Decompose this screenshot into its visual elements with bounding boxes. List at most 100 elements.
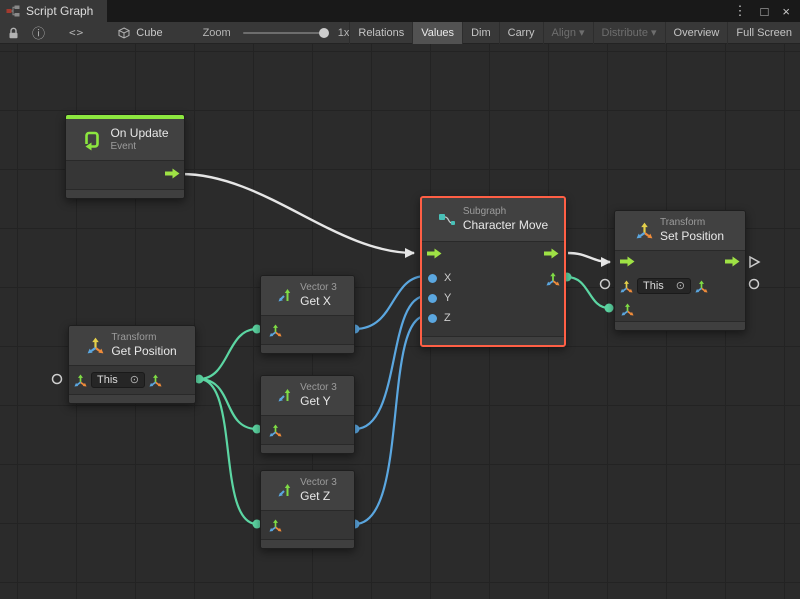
maximize-button[interactable]: □ — [761, 4, 769, 19]
this-input-field[interactable]: This ⊙ — [91, 372, 145, 388]
overview-button[interactable]: Overview — [665, 22, 728, 44]
wire-onupdate-to-charactermove[interactable] — [181, 174, 414, 253]
unconnected-circle-port[interactable] — [53, 375, 62, 384]
node-title: On Update — [110, 126, 168, 140]
tab-script-graph[interactable]: Script Graph — [0, 0, 107, 22]
code-view-button[interactable]: <> — [69, 26, 84, 39]
wire-getposition-to-getx[interactable] — [199, 329, 257, 379]
this-input-field[interactable]: This ⊙ — [637, 278, 691, 294]
node-category: Transform — [111, 332, 176, 344]
graph-toolbar: ⓘ <> Cube Zoom 1x Relations Values Dim C… — [0, 22, 800, 44]
vector3-type-icon — [149, 374, 162, 387]
node-get-y[interactable]: Vector 3 Get Y — [260, 375, 355, 454]
node-on-update[interactable]: On Update Event — [65, 114, 185, 199]
lock-button[interactable] — [8, 27, 19, 39]
value-port-z[interactable] — [428, 314, 437, 323]
flow-input-port[interactable] — [427, 246, 442, 264]
port-label-z: Z — [444, 312, 451, 324]
vector3-type-icon — [269, 519, 282, 532]
node-footer — [615, 321, 745, 330]
flow-output-port[interactable] — [165, 166, 180, 184]
value-port-y[interactable] — [428, 294, 437, 303]
window-controls: ⋮ □ × — [734, 0, 800, 22]
node-title: Set Position — [660, 229, 724, 243]
node-category: Vector 3 — [300, 282, 337, 294]
align-button[interactable]: Align▾ — [543, 22, 593, 44]
this-label: This — [643, 280, 664, 292]
flow-input-port[interactable] — [620, 254, 635, 272]
vector3-output-icon[interactable] — [546, 272, 560, 286]
node-get-x[interactable]: Vector 3 Get X — [260, 275, 355, 354]
wire-gety-to-porty[interactable] — [355, 296, 426, 429]
zoom-value: 1x — [338, 27, 350, 39]
graph-canvas[interactable]: On Update Event Transform — [0, 44, 800, 599]
vector3-type-icon — [695, 280, 708, 293]
cube-icon — [118, 27, 130, 39]
node-footer — [66, 189, 184, 198]
flow-arrow-icon — [165, 168, 180, 179]
port-dot[interactable] — [605, 304, 614, 313]
distribute-button[interactable]: Distribute▾ — [593, 22, 665, 44]
toolbar-buttons: Relations Values Dim Carry Align▾ Distri… — [349, 22, 800, 44]
flow-output-port[interactable] — [544, 246, 559, 264]
node-title: Get X — [300, 294, 337, 308]
flow-arrowhead — [405, 248, 415, 258]
dim-button[interactable]: Dim — [462, 22, 499, 44]
node-category: Transform — [660, 217, 724, 229]
wire-getposition-to-gety[interactable] — [199, 379, 257, 429]
zoom-slider[interactable] — [243, 32, 328, 34]
node-character-move[interactable]: Subgraph Character Move X Y — [420, 196, 566, 347]
fullscreen-button[interactable]: Full Screen — [727, 22, 800, 44]
node-title: Get Position — [111, 344, 176, 358]
unconnected-flow-port[interactable] — [750, 257, 759, 267]
flow-arrow-icon — [427, 248, 442, 259]
port-label-x: X — [444, 272, 451, 284]
node-footer — [69, 394, 195, 403]
script-graph-icon — [6, 5, 20, 17]
node-title: Get Z — [300, 489, 337, 503]
target-icon: ⊙ — [676, 281, 685, 292]
wire-charactermove-to-setposition-value[interactable] — [567, 277, 609, 308]
script-graph-window: Script Graph ⋮ □ × ⓘ <> Cube Zoom — [0, 0, 800, 599]
node-get-position[interactable]: Transform Get Position This ⊙ — [68, 325, 196, 404]
flow-arrow-icon — [725, 256, 740, 267]
unconnected-circle-port[interactable] — [750, 280, 759, 289]
relations-button[interactable]: Relations — [349, 22, 412, 44]
transform-icon — [636, 222, 653, 239]
graph-object-breadcrumb[interactable]: Cube — [118, 27, 162, 39]
vector3-icon — [278, 388, 293, 403]
port-label-y: Y — [444, 292, 451, 304]
info-button[interactable]: ⓘ — [32, 23, 45, 42]
carry-button[interactable]: Carry — [499, 22, 543, 44]
tab-bar: Script Graph ⋮ □ × — [0, 0, 800, 22]
flow-output-port[interactable] — [725, 254, 740, 272]
vector3-input-icon[interactable] — [621, 303, 634, 316]
values-button[interactable]: Values — [412, 22, 462, 44]
zoom-label: Zoom — [203, 27, 231, 39]
window-menu-button[interactable]: ⋮ — [734, 3, 747, 19]
transform-icon — [87, 337, 104, 354]
wire-getposition-to-getz[interactable] — [199, 379, 257, 524]
node-footer — [261, 344, 354, 353]
node-set-position[interactable]: Transform Set Position Th — [614, 210, 746, 331]
vector3-icon — [278, 288, 293, 303]
flow-arrow-icon — [544, 248, 559, 259]
node-title: Character Move — [463, 218, 548, 232]
value-port-x[interactable] — [428, 274, 437, 283]
node-title: Get Y — [300, 394, 337, 408]
zoom-slider-handle[interactable] — [319, 28, 329, 38]
unconnected-circle-port[interactable] — [601, 280, 610, 289]
vector3-type-icon — [269, 424, 282, 437]
node-footer — [261, 539, 354, 548]
node-subtitle: Event — [110, 141, 168, 153]
close-button[interactable]: × — [782, 4, 790, 19]
subgraph-icon — [438, 213, 456, 227]
node-get-z[interactable]: Vector 3 Get Z — [260, 470, 355, 549]
node-footer — [422, 336, 564, 345]
wire-getz-to-portz[interactable] — [355, 316, 426, 524]
chevron-down-icon: ▾ — [651, 26, 657, 39]
tab-title: Script Graph — [26, 4, 93, 18]
flow-arrow-icon — [620, 256, 635, 267]
node-footer — [261, 444, 354, 453]
vector3-type-icon — [269, 324, 282, 337]
